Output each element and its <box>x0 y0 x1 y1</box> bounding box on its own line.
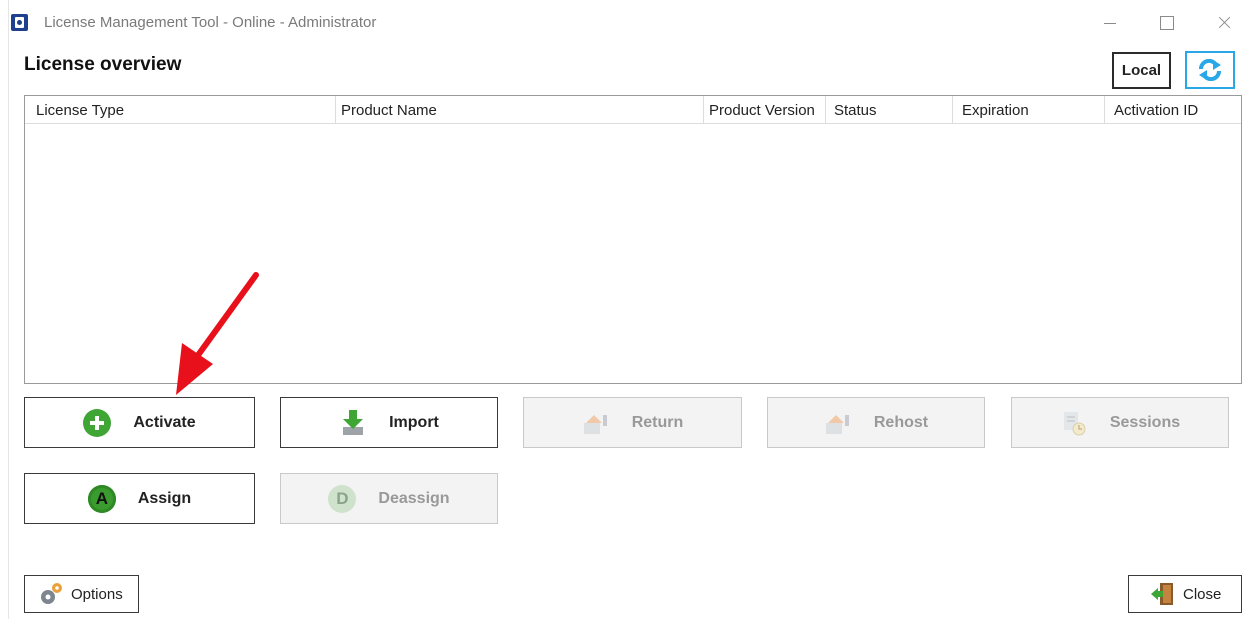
column-product-name[interactable]: Product Name <box>336 96 704 124</box>
title-bar: License Management Tool - Online - Admin… <box>0 0 1246 44</box>
refresh-button[interactable] <box>1185 51 1235 89</box>
options-button[interactable]: Options <box>24 575 139 613</box>
local-button[interactable]: Local <box>1112 52 1171 89</box>
exit-door-icon <box>1151 583 1173 605</box>
table-header: License Type Product Name Product Versio… <box>25 96 1241 124</box>
import-button[interactable]: Import <box>280 397 498 448</box>
column-expiration[interactable]: Expiration <box>953 96 1105 124</box>
import-label: Import <box>389 413 439 431</box>
assign-label: Assign <box>137 489 192 507</box>
window-left-edge <box>8 0 9 619</box>
app-lock-icon <box>11 14 28 31</box>
deassign-label: Deassign <box>378 489 450 507</box>
options-label: Options <box>71 585 123 603</box>
plus-circle-icon <box>83 408 112 437</box>
sessions-label: Sessions <box>1109 413 1181 431</box>
return-button[interactable]: Return <box>523 397 742 448</box>
window-title: License Management Tool - Online - Admin… <box>44 14 377 31</box>
import-download-icon <box>339 409 367 437</box>
close-label: Close <box>1183 585 1222 603</box>
rehost-label: Rehost <box>873 413 929 431</box>
assign-a-icon: A <box>87 484 116 513</box>
close-button[interactable]: Close <box>1128 575 1242 613</box>
return-label: Return <box>631 413 684 431</box>
rehost-button[interactable]: Rehost <box>767 397 985 448</box>
deassign-button[interactable]: D Deassign <box>280 473 498 524</box>
column-status[interactable]: Status <box>826 96 953 124</box>
assign-button[interactable]: A Assign <box>24 473 255 524</box>
sessions-button[interactable]: Sessions <box>1011 397 1229 448</box>
rehost-upload-icon <box>824 409 852 437</box>
activate-button[interactable]: Activate <box>24 397 255 448</box>
minimize-icon[interactable] <box>1090 8 1130 38</box>
close-window-icon[interactable] <box>1204 8 1244 38</box>
deassign-d-icon: D <box>328 484 357 513</box>
maximize-icon[interactable] <box>1146 8 1186 38</box>
column-activation-id[interactable]: Activation ID <box>1105 96 1241 124</box>
column-product-version[interactable]: Product Version <box>704 96 826 124</box>
return-upload-icon <box>582 409 610 437</box>
sessions-clock-icon <box>1060 409 1088 437</box>
activate-label: Activate <box>133 413 196 431</box>
section-title: License overview <box>24 54 182 75</box>
license-table[interactable]: License Type Product Name Product Versio… <box>24 95 1242 384</box>
column-license-type[interactable]: License Type <box>25 96 336 124</box>
sync-icon <box>1198 59 1222 81</box>
gears-icon <box>41 583 62 604</box>
